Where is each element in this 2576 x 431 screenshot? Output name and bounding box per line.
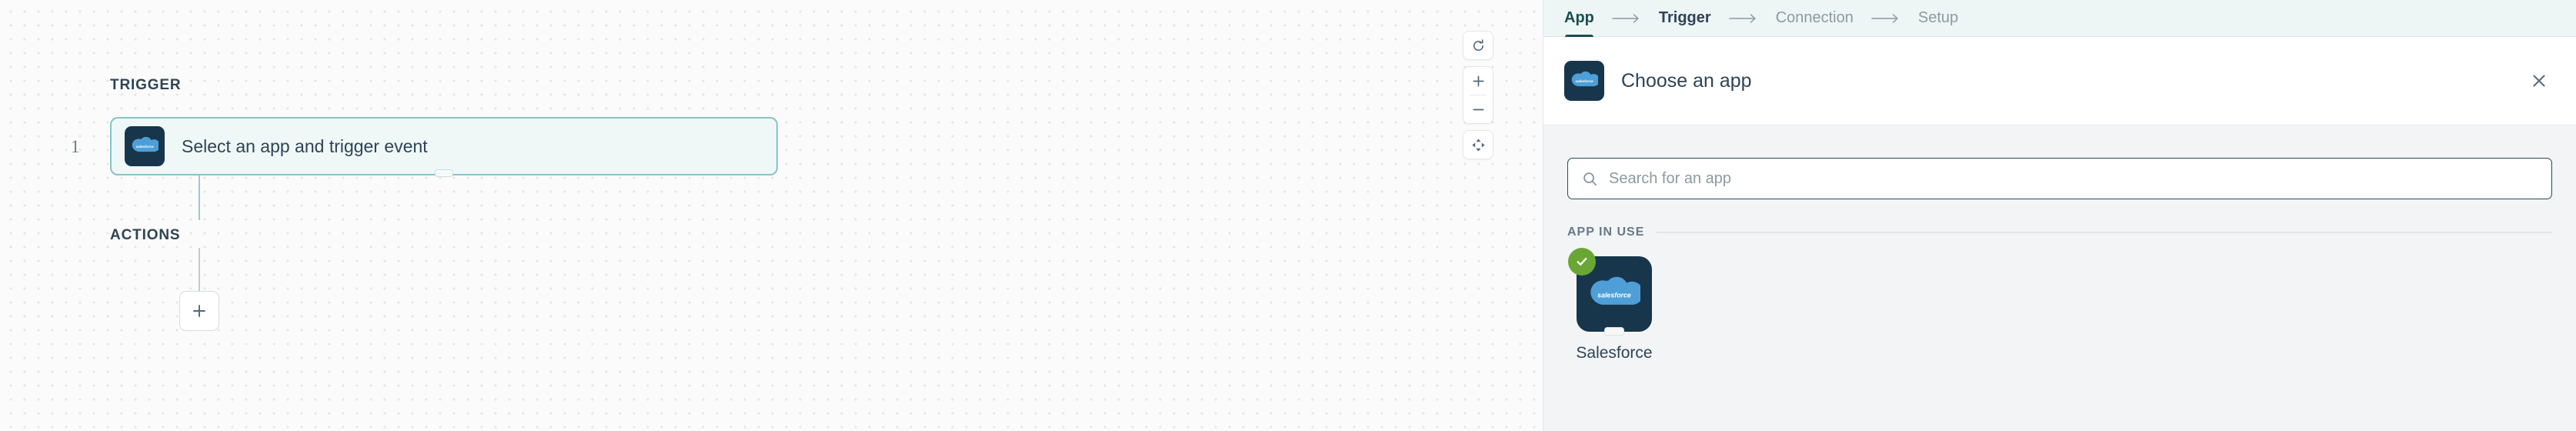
search-input[interactable] <box>1607 158 2483 199</box>
fit-control-group <box>1463 130 1493 159</box>
app-tile-label: Salesforce <box>1576 344 1653 362</box>
app-chooser-panel: App Trigger Connection Setup salesforce … <box>1543 0 2576 431</box>
check-icon <box>1568 248 1596 276</box>
reset-zoom-icon <box>1473 38 1483 51</box>
arrow-right-icon-1 <box>1612 13 1641 24</box>
zoom-in-button[interactable] <box>1463 67 1493 95</box>
page-title: Choose an app <box>1621 69 1752 92</box>
close-icon <box>2533 75 2545 87</box>
zoom-in-icon <box>1472 75 1484 87</box>
app-grid: salesforce Salesforce <box>1567 248 2552 363</box>
tab-app[interactable]: App <box>1564 0 1594 38</box>
app-search-box[interactable] <box>1567 158 2552 199</box>
connector-line-top <box>199 175 200 220</box>
svg-text:salesforce: salesforce <box>1597 291 1631 299</box>
add-action-button[interactable] <box>179 291 219 331</box>
zoom-out-icon <box>1472 109 1484 110</box>
trigger-section-label: TRIGGER <box>110 77 182 93</box>
section-divider <box>1657 232 2552 233</box>
step-number-1: 1 <box>71 137 80 156</box>
svg-text:salesforce: salesforce <box>1575 79 1593 83</box>
tab-setup[interactable]: Setup <box>1918 0 1958 37</box>
salesforce-icon: salesforce <box>125 126 165 166</box>
panel-body: APP IN USE <box>1543 125 2576 363</box>
canvas-controls <box>1463 31 1493 159</box>
arrow-right-icon-2 <box>1728 13 1758 24</box>
tab-trigger-label: Trigger <box>1658 9 1711 26</box>
tab-connection-label: Connection <box>1775 9 1854 26</box>
workflow-editor-screen: TRIGGER 1 salesforce Select an app and t… <box>0 0 2576 431</box>
connector-line-bottom <box>199 248 200 291</box>
reset-zoom-button[interactable] <box>1463 32 1493 59</box>
app-tile-icon-wrapper: salesforce <box>1568 248 1652 332</box>
tab-app-label: App <box>1564 9 1594 26</box>
salesforce-icon: salesforce <box>1564 61 1604 101</box>
zoom-out-button[interactable] <box>1463 95 1493 123</box>
svg-text:salesforce: salesforce <box>135 145 154 149</box>
reset-control-group <box>1463 31 1493 60</box>
workflow-canvas[interactable]: TRIGGER 1 salesforce Select an app and t… <box>0 0 1543 431</box>
app-in-use-heading: APP IN USE <box>1567 226 1645 239</box>
search-icon <box>1583 172 1597 185</box>
actions-section-label: ACTIONS <box>110 227 181 243</box>
panel-header: salesforce Choose an app <box>1543 37 2576 125</box>
plus-icon <box>193 305 205 317</box>
app-in-use-section: APP IN USE salesforce Salesforce <box>1567 226 2552 363</box>
tab-setup-label: Setup <box>1917 9 1959 26</box>
close-button[interactable] <box>2524 65 2554 96</box>
fit-to-screen-icon <box>1471 138 1485 152</box>
section-header: APP IN USE <box>1567 226 2552 239</box>
trigger-card-title: Select an app and trigger event <box>182 135 428 156</box>
tab-trigger[interactable]: Trigger <box>1659 0 1711 37</box>
fit-to-screen-button[interactable] <box>1463 131 1493 159</box>
arrow-right-icon-3 <box>1871 13 1900 24</box>
zoom-control-group <box>1463 66 1493 124</box>
trigger-step-card[interactable]: salesforce Select an app and trigger eve… <box>110 117 778 175</box>
app-tile-salesforce[interactable]: salesforce Salesforce <box>1567 248 1661 363</box>
tab-connection[interactable]: Connection <box>1776 0 1854 37</box>
panel-step-tabs: App Trigger Connection Setup <box>1543 0 2576 38</box>
